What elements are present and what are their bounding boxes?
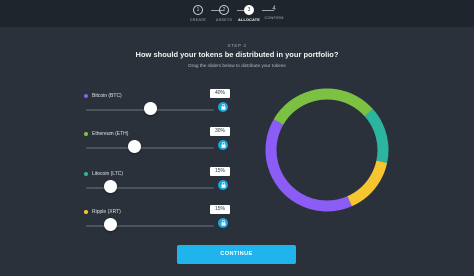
page-title: How should your tokens be distributed in… bbox=[135, 50, 339, 59]
coin-row-eth: Ethereum (ETH) 30% bbox=[84, 127, 234, 167]
coin-color-dot bbox=[84, 171, 88, 176]
step-confirm[interactable]: 4 CONFIRM bbox=[254, 5, 294, 20]
lock-icon[interactable] bbox=[218, 140, 228, 150]
coin-row-xrt: Ripple (XRT) 15% bbox=[84, 205, 234, 245]
donut-segment bbox=[265, 88, 389, 212]
step-number: 4 bbox=[272, 6, 276, 12]
coin-color-dot bbox=[84, 93, 88, 98]
donut-segment bbox=[265, 88, 389, 212]
allocation-donut-chart bbox=[265, 88, 389, 212]
coin-name: Litecoin (LTC) bbox=[84, 171, 123, 177]
step-number: 2 bbox=[219, 5, 229, 15]
slider-thumb[interactable] bbox=[127, 140, 141, 153]
coin-color-dot bbox=[84, 209, 88, 214]
slider-thumb[interactable] bbox=[103, 180, 117, 193]
step-eyebrow: STEP 3 bbox=[227, 43, 247, 48]
coin-name: Ethereum (ETH) bbox=[84, 131, 128, 137]
donut-segment bbox=[265, 88, 389, 212]
page-subtitle: Drag the sliders below to distribute you… bbox=[188, 63, 286, 68]
donut-segment bbox=[265, 88, 389, 212]
slider-thumb[interactable] bbox=[103, 218, 117, 231]
stepper: 1 CREATE 2 ASSETS 3 ALLOCATE 4 CONFIRM bbox=[0, 5, 474, 27]
lock-icon[interactable] bbox=[218, 102, 228, 112]
coin-color-dot bbox=[84, 131, 88, 136]
continue-button[interactable]: CONTINUE bbox=[177, 245, 296, 264]
percent-field[interactable]: 30% bbox=[210, 127, 230, 136]
lock-icon[interactable] bbox=[218, 218, 228, 228]
coin-row-ltc: Litecoin (LTC) 15% bbox=[84, 167, 234, 207]
percent-field[interactable]: 40% bbox=[210, 89, 230, 98]
coin-name: Ripple (XRT) bbox=[84, 209, 121, 215]
percent-field[interactable]: 15% bbox=[210, 167, 230, 176]
step-number: 3 bbox=[244, 5, 254, 15]
coin-name: Bitcoin (BTC) bbox=[84, 93, 122, 99]
slider-track[interactable] bbox=[86, 147, 214, 149]
coin-row-btc: Bitcoin (BTC) 40% bbox=[84, 89, 234, 129]
step-label: CONFIRM bbox=[264, 16, 284, 20]
step-number: 1 bbox=[193, 5, 203, 15]
lock-icon[interactable] bbox=[218, 180, 228, 190]
top-bar: 1 CREATE 2 ASSETS 3 ALLOCATE 4 CONFIRM bbox=[0, 0, 474, 27]
percent-field[interactable]: 15% bbox=[210, 205, 230, 214]
slider-thumb[interactable] bbox=[143, 102, 157, 115]
